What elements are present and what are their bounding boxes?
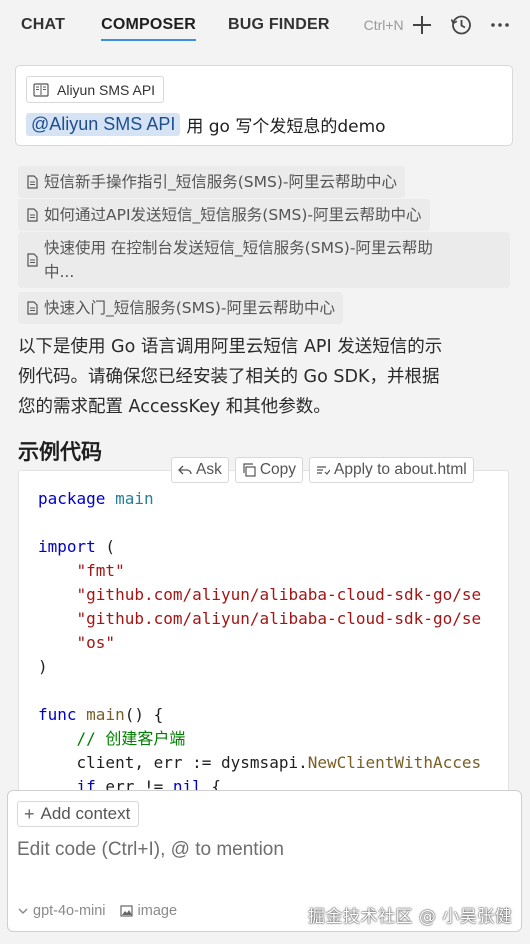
ask-label: Ask — [196, 461, 222, 478]
context-chip-label: Aliyun SMS API — [57, 81, 156, 98]
copy-icon — [243, 463, 256, 477]
source-link[interactable]: 快速入门_短信服务(SMS)-阿里云帮助中心 — [18, 292, 343, 324]
model-selector[interactable]: gpt-4o-mini — [17, 903, 106, 919]
history-icon[interactable] — [448, 12, 474, 38]
document-icon — [27, 301, 38, 315]
source-link[interactable]: 快速使用 在控制台发送短信_短信服务(SMS)-阿里云帮助 中... — [18, 232, 510, 288]
watermark: 掘金技术社区 @ 小吴张健 — [308, 907, 513, 927]
code-actions: Ask Copy Apply to about.html — [171, 457, 474, 483]
user-message-line: @Aliyun SMS API 用 go 写个发短息的demo — [26, 110, 386, 138]
code-line: "os" — [76, 633, 116, 652]
more-icon[interactable] — [487, 12, 513, 38]
image-icon — [119, 905, 133, 917]
answer-intro-line: 以下是使用 Go 语言调用阿里云短信 API 发送短信的示 — [18, 337, 443, 357]
code-line: client, err := dysmsapi.NewClientWithAcc… — [38, 753, 482, 772]
code-line: package main — [38, 489, 154, 508]
mention-tag[interactable]: @Aliyun SMS API — [26, 112, 181, 136]
source-title: 短信新手操作指引_短信服务(SMS)-阿里云帮助中心 — [44, 173, 397, 191]
code-line: func main() { — [38, 705, 164, 724]
copy-label: Copy — [259, 461, 297, 478]
plus-icon[interactable] — [409, 12, 435, 38]
answer-intro-line: 您的需求配置 AccessKey 和其他参数。 — [18, 397, 331, 417]
ask-button[interactable]: Ask — [171, 457, 229, 483]
code-content: package main import ( "fmt" "github.com/… — [38, 487, 481, 799]
image-label: image — [137, 903, 178, 919]
apply-icon — [317, 466, 331, 475]
source-title-line1: 快速使用 在控制台发送短信_短信服务(SMS)-阿里云帮助 — [44, 239, 433, 257]
code-line: // 创建客户端 — [76, 729, 186, 748]
document-icon — [27, 253, 38, 267]
tab-bug-finder[interactable]: BUG FINDER — [228, 0, 330, 50]
chevron-down-icon — [18, 908, 28, 914]
user-message-card[interactable]: Aliyun SMS API @Aliyun SMS API 用 go 写个发短… — [15, 65, 513, 146]
answer-intro: 以下是使用 Go 语言调用阿里云短信 API 发送短信的示 例代码。请确保您已经… — [18, 332, 508, 422]
docs-icon — [33, 82, 49, 97]
image-button[interactable]: image — [119, 903, 178, 919]
source-link[interactable]: 如何通过API发送短信_短信服务(SMS)-阿里云帮助中心 — [18, 199, 430, 231]
apply-button[interactable]: Apply to about.html — [309, 457, 474, 483]
add-context-label: Add context — [40, 804, 131, 823]
source-title: 如何通过API发送短信_短信服务(SMS)-阿里云帮助中心 — [44, 206, 422, 224]
edit-input-placeholder[interactable]: Edit code (Ctrl+I), @ to mention — [17, 839, 284, 861]
source-title: 快速入门_短信服务(SMS)-阿里云帮助中心 — [44, 299, 335, 317]
model-label: gpt-4o-mini — [33, 903, 106, 919]
code-line: "fmt" — [76, 561, 125, 580]
plus-icon: + — [24, 803, 35, 824]
code-line: ) — [38, 657, 48, 676]
user-message-text: 用 go 写个发短息的demo — [186, 116, 386, 137]
context-chip[interactable]: Aliyun SMS API — [26, 76, 165, 103]
new-shortcut-hint: Ctrl+N — [363, 17, 404, 33]
section-heading: 示例代码 — [18, 440, 102, 464]
code-block[interactable]: package main import ( "fmt" "github.com/… — [18, 470, 509, 800]
tab-chat[interactable]: CHAT — [21, 0, 65, 50]
apply-label: Apply to about.html — [334, 461, 467, 478]
answer-intro-line: 例代码。请确保您已经安装了相关的 Go SDK，并根据 — [18, 367, 440, 387]
add-context-button[interactable]: + Add context — [17, 801, 140, 827]
code-line: import ( — [38, 537, 116, 556]
reply-icon — [178, 465, 192, 475]
composer-footer: gpt-4o-mini image — [17, 903, 177, 919]
document-icon — [27, 175, 38, 189]
code-line: "github.com/aliyun/alibaba-cloud-sdk-go/… — [76, 585, 482, 604]
copy-button[interactable]: Copy — [234, 457, 304, 483]
document-icon — [27, 208, 38, 222]
source-link[interactable]: 短信新手操作指引_短信服务(SMS)-阿里云帮助中心 — [18, 166, 405, 198]
source-title-line2: 中... — [44, 263, 75, 281]
code-line: "github.com/aliyun/alibaba-cloud-sdk-go/… — [76, 609, 482, 628]
tab-composer[interactable]: COMPOSER — [101, 0, 196, 50]
